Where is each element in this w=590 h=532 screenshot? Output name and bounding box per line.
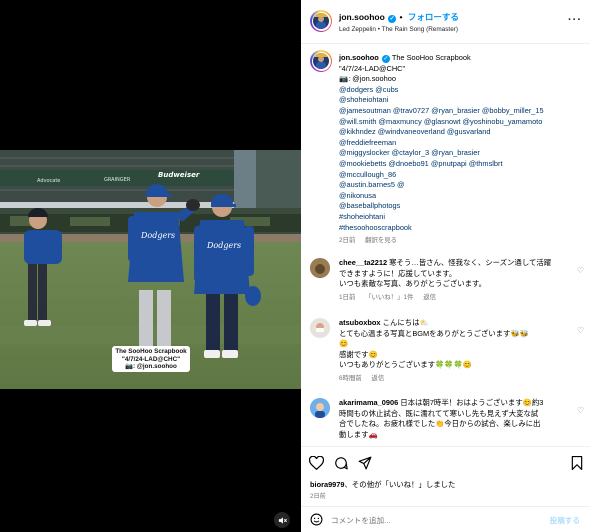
follow-button[interactable]: フォローする xyxy=(408,12,459,22)
caption-avatar[interactable] xyxy=(313,53,329,69)
caption-mentions[interactable]: @jamesoutman @trav0727 @ryan_brasier @bo… xyxy=(339,106,584,117)
bookmark-icon[interactable] xyxy=(571,456,583,470)
comment-composer: コメントを追加... 投稿する xyxy=(301,506,590,532)
caption-mentions[interactable]: @kikhndez @windvaneoverland @gusvarland xyxy=(339,127,584,138)
comment-time[interactable]: 1日前 xyxy=(339,294,355,301)
avatar[interactable] xyxy=(313,13,329,29)
reply-button[interactable]: 返信 xyxy=(423,294,436,301)
comment-username[interactable]: atsuboxbox xyxy=(339,318,380,327)
comment-text: 😊 xyxy=(339,339,349,349)
comment-avatar[interactable] xyxy=(310,398,330,418)
comment-text: とても心温まる写真とBGMをありがとうございます🐝🐝 xyxy=(339,328,529,338)
caption-mentions[interactable]: @austin.barnes5 @ xyxy=(339,180,584,191)
caption-mentions[interactable]: @shoheiohtani xyxy=(339,95,584,106)
post-date[interactable]: 2日前 xyxy=(310,491,326,500)
svg-text:Advocate: Advocate xyxy=(37,178,60,184)
caption-time[interactable]: 2日前 xyxy=(339,237,355,244)
comment-text: 寒そう…皆さん、怪我なく、シーズン通して活躍 xyxy=(389,258,552,267)
photo-caption-overlay: The SooHoo Scrapbook "4/7/24-LAD@CHC" 📷:… xyxy=(112,346,190,372)
comment-text: 時間もの休止試合、既に濡れてて寒いし先も見えず大変な試 xyxy=(339,408,539,418)
reply-button[interactable]: 返信 xyxy=(372,375,385,382)
caption-hashtag[interactable]: #thesoohooscrapbook xyxy=(339,223,584,234)
comment-text: 感謝です😊 xyxy=(339,349,378,359)
comment-avatar[interactable] xyxy=(310,318,330,338)
overlay-line-2: "4/7/24-LAD@CHC" xyxy=(121,355,181,363)
translate-link[interactable]: 翻訳を見る xyxy=(365,237,397,244)
svg-text:Dodgers: Dodgers xyxy=(206,241,241,250)
comment-text: 動します🚗 xyxy=(339,429,378,439)
likes-summary[interactable]: biora9979、その他が「いいね！」しました xyxy=(310,479,455,490)
comment-text: いつもありがとうございます🍀🍀🍀😊 xyxy=(339,360,472,370)
header-username-row: jon.soohoo ✓ • フォローする xyxy=(339,11,459,23)
overlay-line-3: 📷: @jon.soohoo xyxy=(125,363,177,371)
comment-like-icon[interactable]: ♡ xyxy=(577,266,584,277)
post-header: jon.soohoo ✓ • フォローする Led Zeppelin • The… xyxy=(301,0,590,44)
caption-line: "4/7/24-LAD@CHC" xyxy=(339,63,406,73)
svg-text:GRAINGER: GRAINGER xyxy=(104,177,131,183)
comment-avatar[interactable] xyxy=(310,258,330,278)
music-artist: Led Zeppelin xyxy=(339,26,376,33)
caption-username[interactable]: jon.soohoo xyxy=(339,53,379,62)
media-pane: Budweiser Advocate GRAINGER Dodgers Dodg… xyxy=(0,0,301,532)
comment-time[interactable]: 6時間前 xyxy=(339,375,362,382)
comment-text: こんにちは⛅ xyxy=(382,318,429,327)
emoji-icon[interactable] xyxy=(310,513,323,526)
heart-icon[interactable] xyxy=(309,456,324,470)
music-info[interactable]: Led Zeppelin • The Rain Song (Remaster) xyxy=(339,26,458,33)
comment-likes[interactable]: 「いいね！」1件 xyxy=(365,294,413,301)
verified-icon: ✓ xyxy=(381,55,390,63)
caption-line: 📷: @jon.soohoo xyxy=(339,74,396,84)
action-bar xyxy=(309,455,583,473)
verified-icon: ✓ xyxy=(388,15,397,23)
mute-icon xyxy=(278,516,287,524)
comment-text: 合でしたね。お疲れ様でした👏今日からの試合、楽しみに出 xyxy=(339,419,541,429)
comment-icon[interactable] xyxy=(334,456,348,470)
caption-mentions[interactable]: @nikonusa xyxy=(339,191,584,202)
post-info-pane: jon.soohoo ✓ • フォローする Led Zeppelin • The… xyxy=(301,0,590,532)
post-caption: jon.soohoo ✓ The SooHoo Scrapbook "4/7/2… xyxy=(339,53,584,247)
caption-text: The SooHoo Scrapbook xyxy=(391,53,471,62)
header-username[interactable]: jon.soohoo xyxy=(339,12,385,22)
caption-mentions[interactable]: @dodgers @cubs xyxy=(339,85,584,96)
caption-mentions[interactable]: @mccullough_86 xyxy=(339,170,584,181)
comment-text: できますように！応援しています。 xyxy=(339,268,457,278)
svg-text:Dodgers: Dodgers xyxy=(140,231,175,240)
header-separator: • xyxy=(399,12,403,22)
comment-like-icon[interactable]: ♡ xyxy=(577,326,584,337)
more-icon[interactable]: ··· xyxy=(568,14,582,26)
caption-hashtag[interactable]: #shoheiohtani xyxy=(339,212,584,223)
comment-text: いつも素敵な写真、ありがとうございます。 xyxy=(339,279,487,289)
comment-like-icon[interactable]: ♡ xyxy=(577,406,584,417)
share-icon[interactable] xyxy=(358,456,372,470)
comment-username[interactable]: akarimama_0906 xyxy=(339,398,398,407)
caption-mentions[interactable]: @miggyslocker @ctaylor_3 @ryan_brasier xyxy=(339,148,584,159)
caption-mentions[interactable]: @baseballphotogs xyxy=(339,201,584,212)
music-title: The Rain Song (Remaster) xyxy=(381,26,459,33)
likes-user[interactable]: biora9979 xyxy=(310,480,345,489)
caption-mentions[interactable]: @will.smith @maxmuncy @glasnowt @yoshino… xyxy=(339,117,584,128)
caption-mentions[interactable]: @freddiefreeman xyxy=(339,138,584,149)
comment-input[interactable]: コメントを追加... xyxy=(331,515,391,526)
comment-username[interactable]: chee__ta2212 xyxy=(339,258,387,267)
overlay-line-1: The SooHoo Scrapbook xyxy=(115,348,187,355)
mute-button[interactable] xyxy=(274,512,290,528)
comment-text: 日本は朝7時半！おはようございます😊約3 xyxy=(400,398,544,407)
svg-text:Budweiser: Budweiser xyxy=(158,171,200,179)
caption-mentions[interactable]: @mookiebetts @dnoebo91 @pnutpapi @thmslb… xyxy=(339,159,584,170)
post-comment-button[interactable]: 投稿する xyxy=(550,515,580,526)
